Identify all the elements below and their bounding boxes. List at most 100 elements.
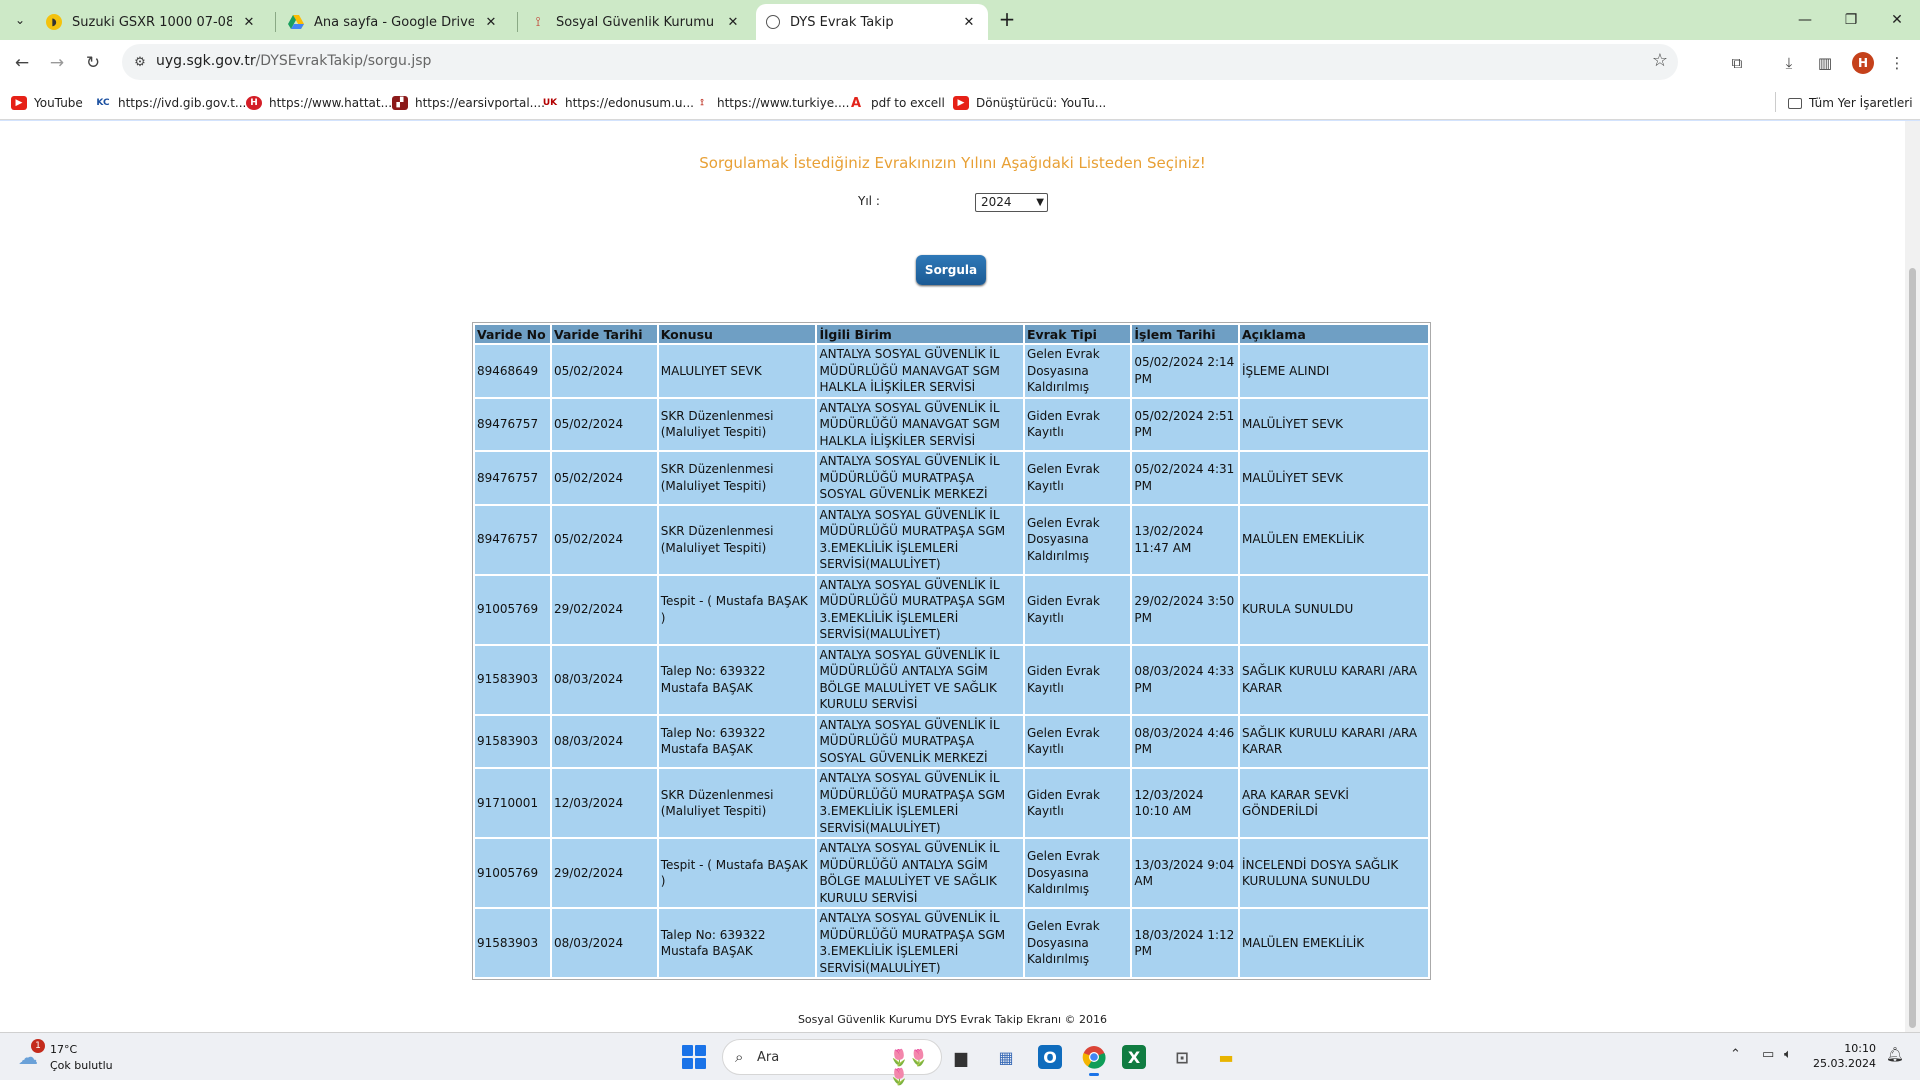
tab-suzuki[interactable]: ◗ Suzuki GSXR 1000 07-08 Doubl ✕: [36, 4, 268, 40]
cell-ilgili-birim: ANTALYA SOSYAL GÜVENLİK İL MÜDÜRLÜĞÜ MUR…: [817, 769, 1023, 837]
cell-varide-no: 89476757: [475, 505, 550, 574]
year-select[interactable]: 2024 ▼: [975, 193, 1048, 212]
back-button[interactable]: ←: [9, 50, 35, 76]
tab-google-drive[interactable]: Ana sayfa - Google Drive ✕: [278, 4, 510, 40]
restore-button[interactable]: ❐: [1828, 0, 1874, 40]
close-tab-icon[interactable]: ✕: [960, 13, 978, 31]
cell-islem-tarihi: 13/02/2024 11:47 AM: [1132, 505, 1238, 574]
speaker-icon[interactable]: 🔈︎: [1784, 1047, 1792, 1062]
cell-varide-tarihi: 08/03/2024: [551, 715, 657, 767]
tab-title: Sosyal Güvenlik Kurumu - Sosya: [556, 14, 716, 30]
side-panel-icon[interactable]: ▥: [1812, 50, 1838, 76]
minimize-button[interactable]: —: [1782, 0, 1828, 40]
cell-islem-tarihi: 18/03/2024 1:12 PM: [1132, 909, 1238, 977]
earsiv-icon: ▞: [392, 96, 408, 110]
bookmark-converter[interactable]: ▶ Dönüştürücü: YouTu...: [953, 94, 1106, 112]
hattat-icon: H: [246, 96, 262, 110]
tab-search-button[interactable]: ⌄: [8, 8, 32, 32]
browser-chrome: ⌄ ◗ Suzuki GSXR 1000 07-08 Doubl ✕ Ana s…: [0, 0, 1920, 121]
chrome-icon: [1082, 1046, 1106, 1069]
bookmark-star-icon[interactable]: ☆: [1652, 50, 1668, 71]
bookmark-youtube[interactable]: ▶ YouTube: [11, 94, 83, 112]
cell-varide-no: 91710001: [475, 769, 550, 837]
all-bookmarks-button[interactable]: Tüm Yer İşaretleri: [1788, 94, 1913, 112]
bookmark-label: https://earsivportal....: [415, 96, 545, 110]
taskbar-search[interactable]: ⌕ Ara 🌷🌷🌷: [722, 1039, 942, 1086]
new-tab-button[interactable]: +: [995, 8, 1019, 32]
calculator-app[interactable]: ▦: [990, 1041, 1022, 1073]
table-row: 89468649 05/02/2024 MALULIYET SEVK ANTALYA …: [475, 345, 1428, 397]
menu-icon[interactable]: ⋮: [1884, 50, 1910, 76]
page-scrollbar[interactable]: [1905, 121, 1920, 1032]
start-button[interactable]: [682, 1045, 706, 1069]
cell-konusu: SKR Düzenlenmesi (Maluliyet Tespiti): [658, 452, 816, 504]
site-info-icon[interactable]: ⚙: [128, 50, 152, 74]
cell-islem-tarihi: 05/02/2024 2:14 PM: [1132, 345, 1238, 397]
col-header-konusu: Konusu: [658, 325, 816, 343]
tab-sgk[interactable]: ⟟ Sosyal Güvenlik Kurumu - Sosya ✕: [520, 4, 752, 40]
system-clock[interactable]: 10:10 25.03.2024: [1810, 1041, 1876, 1071]
cell-aciklama: MALÜLEN EMEKLİLİK: [1239, 909, 1428, 977]
cell-ilgili-birim: ANTALYA SOSYAL GÜVENLİK İL MÜDÜRLÜĞÜ MUR…: [817, 575, 1023, 644]
tab-strip: ⌄ ◗ Suzuki GSXR 1000 07-08 Doubl ✕ Ana s…: [0, 0, 1920, 40]
cell-varide-no: 91583903: [475, 909, 550, 977]
tab-dys-evrak-takip[interactable]: DYS Evrak Takip ✕: [756, 4, 988, 40]
chrome-app[interactable]: [1078, 1041, 1110, 1076]
network-icon[interactable]: ▭: [1762, 1047, 1774, 1062]
reload-button[interactable]: ↻: [80, 50, 106, 76]
cell-aciklama: İŞLEME ALINDI: [1239, 345, 1428, 397]
cell-varide-tarihi: 29/02/2024: [551, 839, 657, 907]
outlook-app[interactable]: O: [1038, 1045, 1062, 1069]
table-row: 89476757 05/02/2024 SKR Düzenlenmesi (Malu…: [475, 452, 1428, 504]
bookmark-gib[interactable]: KC https://ivd.gib.gov.t...: [95, 94, 246, 112]
address-bar[interactable]: ⚙ uyg.sgk.gov.tr/DYSEvrakTakip/sorgu.jsp…: [122, 44, 1678, 80]
bookmark-pdf-excel[interactable]: Apdf to excell: [848, 94, 945, 112]
query-button[interactable]: Sorgula: [916, 255, 986, 285]
cell-evrak-tipi: Giden Evrak Kayıtlı: [1024, 575, 1131, 644]
close-tab-icon[interactable]: ✕: [240, 13, 258, 31]
extensions-icon[interactable]: ⧉: [1724, 50, 1750, 76]
bookmark-edonusum[interactable]: UK https://edonusum.u...: [542, 94, 694, 112]
bookmark-hattat[interactable]: Hhttps://www.hattat....: [246, 94, 396, 112]
windows-taskbar: ☁ 1 17°C Çok bulutlu ⌕ Ara 🌷🌷🌷 ▆ ▦ O X ⊡…: [0, 1032, 1920, 1086]
cell-varide-no: 91005769: [475, 839, 550, 907]
cell-islem-tarihi: 12/03/2024 10:10 AM: [1132, 769, 1238, 837]
scrollbar-thumb[interactable]: [1909, 268, 1916, 1028]
cell-aciklama: KURULA SUNULDU: [1239, 575, 1428, 644]
folder-app[interactable]: ▬: [1210, 1041, 1242, 1073]
table-row: 91583903 08/03/2024 Talep No: 639322 Musta…: [475, 645, 1428, 714]
bookmark-turkiye[interactable]: ⟟ https://www.turkiye....: [694, 94, 849, 112]
gib-icon: KC: [96, 98, 110, 108]
cell-islem-tarihi: 05/02/2024 4:31 PM: [1132, 452, 1238, 504]
bookmark-earsiv[interactable]: ▞ https://earsivportal....: [392, 94, 545, 112]
cell-aciklama: MALÜLEN EMEKLİLİK: [1239, 505, 1428, 574]
notification-bell-icon[interactable]: 🔔︎: [1886, 1047, 1904, 1063]
tulip-icon: 🌷🌷🌷: [889, 1048, 929, 1086]
cell-konusu: MALULIYET SEVK: [658, 345, 816, 397]
cell-varide-tarihi: 05/02/2024: [551, 452, 657, 504]
cell-ilgili-birim: ANTALYA SOSYAL GÜVENLİK İL MÜDÜRLÜĞÜ MUR…: [817, 715, 1023, 767]
close-tab-icon[interactable]: ✕: [724, 13, 742, 31]
cell-konusu: Talep No: 639322 Mustafa BAŞAK: [658, 909, 816, 977]
start-icon-pane: [695, 1045, 706, 1056]
url-text[interactable]: uyg.sgk.gov.tr/DYSEvrakTakip/sorgu.jsp: [156, 53, 431, 69]
cell-ilgili-birim: ANTALYA SOSYAL GÜVENLİK İL MÜDÜRLÜĞÜ MUR…: [817, 452, 1023, 504]
profile-avatar[interactable]: H: [1852, 52, 1874, 74]
col-header-evrak-tipi: Evrak Tipi: [1024, 325, 1131, 343]
remote-desktop-icon: ⊡: [1175, 1047, 1189, 1067]
weather-description: Çok bulutlu: [50, 1059, 113, 1072]
excel-app[interactable]: X: [1122, 1045, 1146, 1069]
remote-desktop-app[interactable]: ⊡: [1166, 1041, 1198, 1073]
file-explorer-app[interactable]: ▆: [945, 1041, 977, 1073]
close-window-button[interactable]: ✕: [1874, 0, 1920, 40]
downloads-icon[interactable]: ⤓: [1776, 50, 1802, 76]
cell-ilgili-birim: ANTALYA SOSYAL GÜVENLİK İL MÜDÜRLÜĞÜ MUR…: [817, 909, 1023, 977]
bookmark-label: https://edonusum.u...: [565, 96, 694, 110]
turkiye-icon: ⟟: [700, 98, 704, 108]
forward-button[interactable]: →: [44, 50, 70, 76]
bookmark-label: https://www.hattat....: [269, 96, 396, 110]
weather-widget[interactable]: ☁ 1 17°C Çok bulutlu: [18, 1039, 168, 1075]
col-header-ilgili-birim: İlgili Birim: [817, 325, 1023, 343]
close-tab-icon[interactable]: ✕: [482, 13, 500, 31]
chevron-up-icon[interactable]: ⌃: [1730, 1047, 1741, 1062]
